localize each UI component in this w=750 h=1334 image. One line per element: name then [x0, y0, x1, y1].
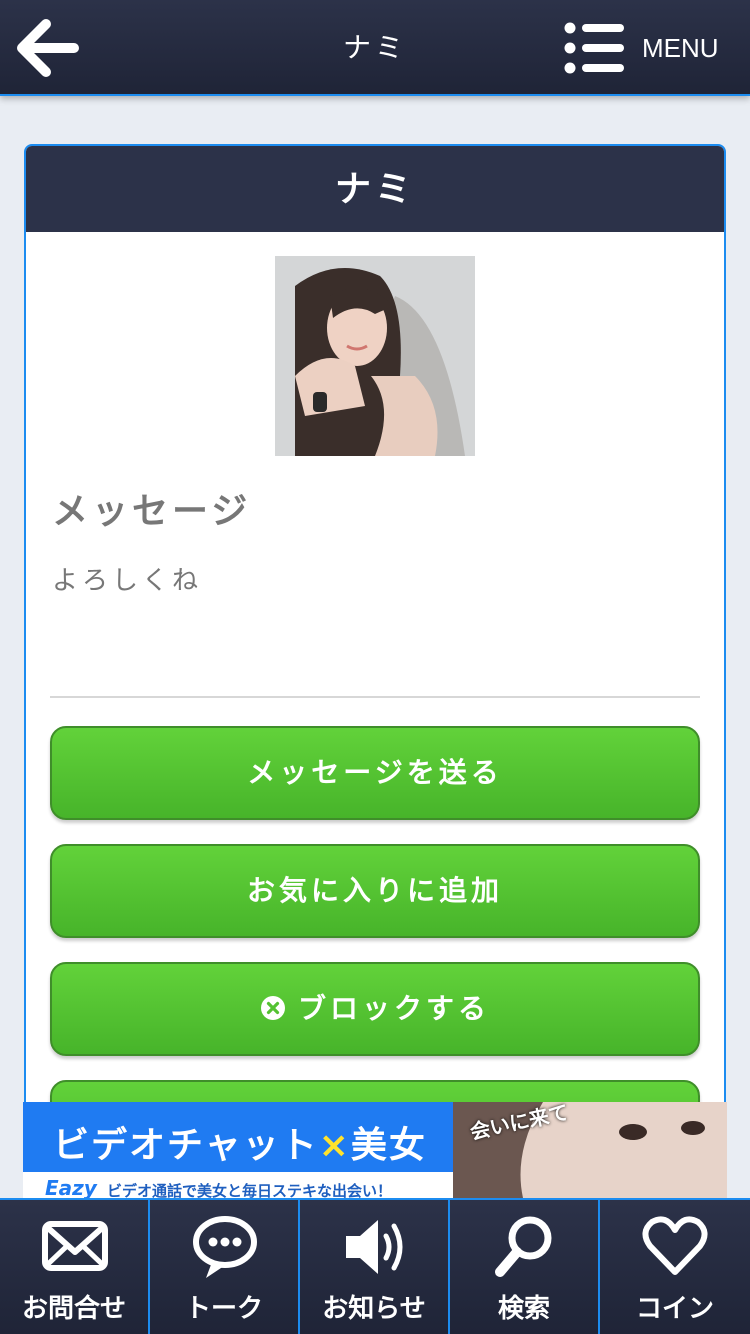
add-favorite-label: お気に入りに追加 — [246, 874, 503, 907]
block-label: ブロックする — [297, 992, 490, 1025]
tab-label: お問合せ — [21, 1294, 126, 1324]
ad-banner[interactable]: ビデオチャット×美女 Eazy ビデオ通話で美女と毎日ステキな出会い！ 会いに来… — [23, 1102, 727, 1198]
search-icon — [495, 1216, 552, 1277]
tab-label: お知らせ — [322, 1294, 426, 1324]
tab-label: 検索 — [497, 1294, 550, 1324]
chat-bubble-icon — [193, 1216, 257, 1278]
tab-contact[interactable]: お問合せ — [0, 1200, 150, 1334]
add-favorite-button[interactable]: お気に入りに追加 — [50, 844, 700, 938]
message-heading: メッセージ — [52, 490, 252, 532]
send-message-button[interactable]: メッセージを送る — [50, 726, 700, 820]
tab-label: トーク — [184, 1294, 263, 1324]
send-message-label: メッセージを送る — [247, 756, 503, 789]
profile-photo[interactable] — [275, 256, 475, 456]
divider — [50, 696, 700, 698]
ad-logo: Eazy — [45, 1176, 97, 1198]
tab-label: コイン — [635, 1294, 714, 1324]
speaker-icon — [346, 1220, 403, 1274]
envelope-icon — [42, 1221, 108, 1271]
tab-search[interactable]: 検索 — [450, 1200, 600, 1334]
close-circle-icon — [260, 995, 285, 1020]
tab-talk[interactable]: トーク — [150, 1200, 300, 1334]
ad-title: ビデオチャット×美女 — [53, 1125, 427, 1166]
menu-button[interactable]: MENU — [562, 20, 737, 76]
tab-news[interactable]: お知らせ — [300, 1200, 450, 1334]
profile-card: ナミ メッセージ よろしくね メッセージを送る お気に入りに追加 ブロックする — [24, 144, 726, 1144]
bottom-tab-bar: お問合せ トーク お知らせ 検索 コイン — [0, 1198, 750, 1334]
ad-text-area: ビデオチャット×美女 Eazy ビデオ通話で美女と毎日ステキな出会い！ — [23, 1102, 453, 1198]
profile-name: ナミ — [26, 146, 724, 232]
ad-subtitle: ビデオ通話で美女と毎日ステキな出会い！ — [107, 1182, 393, 1198]
heart-icon — [642, 1216, 708, 1275]
block-button[interactable]: ブロックする — [50, 962, 700, 1056]
menu-label: MENU — [642, 33, 719, 63]
menu-icon — [564, 22, 624, 74]
tab-coin[interactable]: コイン — [600, 1200, 750, 1334]
profile-message: よろしくね — [52, 566, 203, 596]
top-header: ナミ MENU — [0, 0, 750, 96]
